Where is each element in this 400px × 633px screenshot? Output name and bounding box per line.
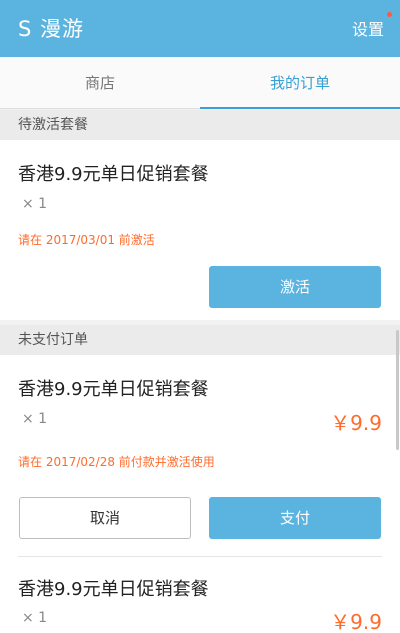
package-name: 香港9.9元单日促销套餐 <box>18 379 209 400</box>
section-header-unpaid-orders: 未支付订单 <box>0 325 400 355</box>
cancel-button[interactable]: 取消 <box>19 497 191 539</box>
payment-deadline-notice: 请在 2017/02/28 前付款并激活使用 <box>18 455 215 469</box>
package-price: ￥9.9 <box>330 610 382 633</box>
tab-my-orders[interactable]: 我的订单 <box>200 57 400 109</box>
package-name: 香港9.9元单日促销套餐 <box>18 164 209 185</box>
package-quantity: × 1 <box>22 196 48 212</box>
tab-bar: 商店 我的订单 <box>0 57 400 109</box>
package-price: ￥9.9 <box>330 411 382 435</box>
order-divider <box>18 556 382 557</box>
package-quantity: × 1 <box>22 411 48 427</box>
activation-deadline-notice: 请在 2017/03/01 前激活 <box>18 233 155 247</box>
tab-store[interactable]: 商店 <box>0 57 200 109</box>
pay-button[interactable]: 支付 <box>209 497 381 539</box>
package-name: 香港9.9元单日促销套餐 <box>18 579 209 600</box>
app-bar: S 漫游 设置 <box>0 0 400 57</box>
section-header-pending-activation: 待激活套餐 <box>0 110 400 140</box>
unpaid-orders-card: 香港9.9元单日促销套餐 × 1 ￥9.9 请在 2017/02/28 前付款并… <box>0 355 400 633</box>
scrollbar-thumb[interactable] <box>396 330 399 450</box>
package-quantity: × 1 <box>22 610 48 626</box>
active-tab-indicator <box>200 107 400 109</box>
activate-button[interactable]: 激活 <box>209 266 381 308</box>
pending-activation-card: 香港9.9元单日促销套餐 × 1 请在 2017/03/01 前激活 激活 <box>0 140 400 320</box>
settings-button[interactable]: 设置 <box>352 16 384 40</box>
notification-dot-icon <box>387 12 392 17</box>
app-title: S 漫游 <box>18 17 85 41</box>
